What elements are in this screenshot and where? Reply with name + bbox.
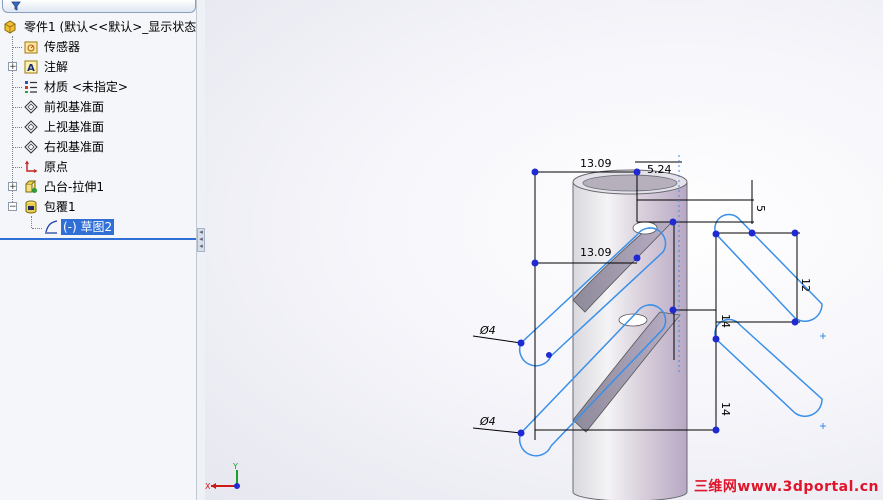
origin-icon <box>25 160 38 173</box>
dim-lower-vertical: 14 <box>719 402 732 416</box>
dim-top-vertical: 5 <box>754 205 767 212</box>
reference-triad: X Y <box>205 462 240 491</box>
triad-x-label: X <box>205 482 211 491</box>
part-icon <box>4 20 16 34</box>
tree-item-label: 材质 <未指定> <box>44 80 128 94</box>
tree-item-material[interactable]: 材质 <未指定> <box>0 78 196 96</box>
tree-item-origin[interactable]: 原点 <box>0 158 196 176</box>
tree-root[interactable]: 零件1 (默认<<默认>_显示状态 <box>0 18 196 36</box>
dim-diameter-upper: Ø4 <box>479 324 496 337</box>
tree-item-top-plane[interactable]: 上视基准面 <box>0 118 196 136</box>
tree-item-wrap[interactable]: − 包覆1 <box>0 198 196 216</box>
material-icon <box>25 81 37 93</box>
panel-splitter[interactable]: ◂ ◂ ◂ <box>196 0 205 500</box>
tree-connector <box>13 47 22 48</box>
filter-bar[interactable] <box>2 0 196 13</box>
sensor-icon <box>24 41 38 54</box>
tree-connector <box>13 147 22 148</box>
filter-icon[interactable] <box>11 1 21 11</box>
svg-text:A: A <box>27 63 35 74</box>
tree-item-annotations[interactable]: + A 注解 <box>0 58 196 76</box>
sketch-icon <box>45 220 58 234</box>
tree-item-label: 包覆1 <box>44 200 76 214</box>
triad-y-label: Y <box>232 462 238 471</box>
tree-item-label-selected: (-) 草图2 <box>61 219 115 235</box>
tree-item-label: 注解 <box>44 60 69 74</box>
center-markers <box>820 333 826 429</box>
collapse-toggle[interactable]: − <box>8 202 17 212</box>
dim-offset: 5.24 <box>647 163 672 176</box>
tree-item-sketch2[interactable]: (-) 草图2 <box>0 218 196 236</box>
plane-icon <box>24 120 38 134</box>
expand-toggle[interactable]: + <box>8 182 17 192</box>
watermark: 三维网www.3dportal.cn <box>693 479 879 495</box>
tree-root-label: 零件1 (默认<<默认>_显示状态 <box>24 20 197 34</box>
tree-item-right-plane[interactable]: 右视基准面 <box>0 138 196 156</box>
tree-connector <box>13 107 22 108</box>
graphics-area[interactable]: 13.09 5.24 13.09 5 12 14 14 Ø4 Ø4 X Y 三维… <box>205 0 883 500</box>
tree-connector <box>13 87 22 88</box>
tree-item-sensors[interactable]: 传感器 <box>0 38 196 56</box>
dim-upper-vertical: 14 <box>719 314 732 328</box>
extrude-icon <box>25 180 37 193</box>
tree-item-boss-extrude[interactable]: + 凸台-拉伸1 <box>0 178 196 196</box>
tree-item-front-plane[interactable]: 前视基准面 <box>0 98 196 116</box>
plane-icon <box>24 140 38 154</box>
tree-item-label: 凸台-拉伸1 <box>44 180 104 194</box>
dim-top-width: 13.09 <box>580 157 612 170</box>
tree-connector <box>13 127 22 128</box>
tree-item-label: 传感器 <box>44 40 81 54</box>
tree-item-label: 原点 <box>44 160 69 174</box>
plane-icon <box>24 100 38 114</box>
collapse-panel-handle[interactable]: ◂ ◂ ◂ <box>197 228 205 252</box>
expand-toggle[interactable]: + <box>8 62 17 72</box>
tree-item-label: 前视基准面 <box>44 100 105 114</box>
dim-diameter-lower: Ø4 <box>479 415 496 428</box>
tree-item-label: 右视基准面 <box>44 140 105 154</box>
tree-item-label: 上视基准面 <box>44 120 105 134</box>
cylinder-model[interactable] <box>572 169 688 500</box>
model-view[interactable]: 13.09 5.24 13.09 5 12 14 14 Ø4 Ø4 <box>205 0 883 500</box>
dim-right-vertical: 12 <box>799 278 812 292</box>
tree-connector <box>13 167 22 168</box>
wrap-icon <box>25 200 37 214</box>
dim-mid-width: 13.09 <box>580 246 612 259</box>
annotation-icon: A <box>24 60 38 74</box>
feature-manager-tree: 零件1 (默认<<默认>_显示状态 传感器 + A 注解 材质 <未指定> 前视… <box>0 0 197 500</box>
selection-underline <box>0 238 196 240</box>
